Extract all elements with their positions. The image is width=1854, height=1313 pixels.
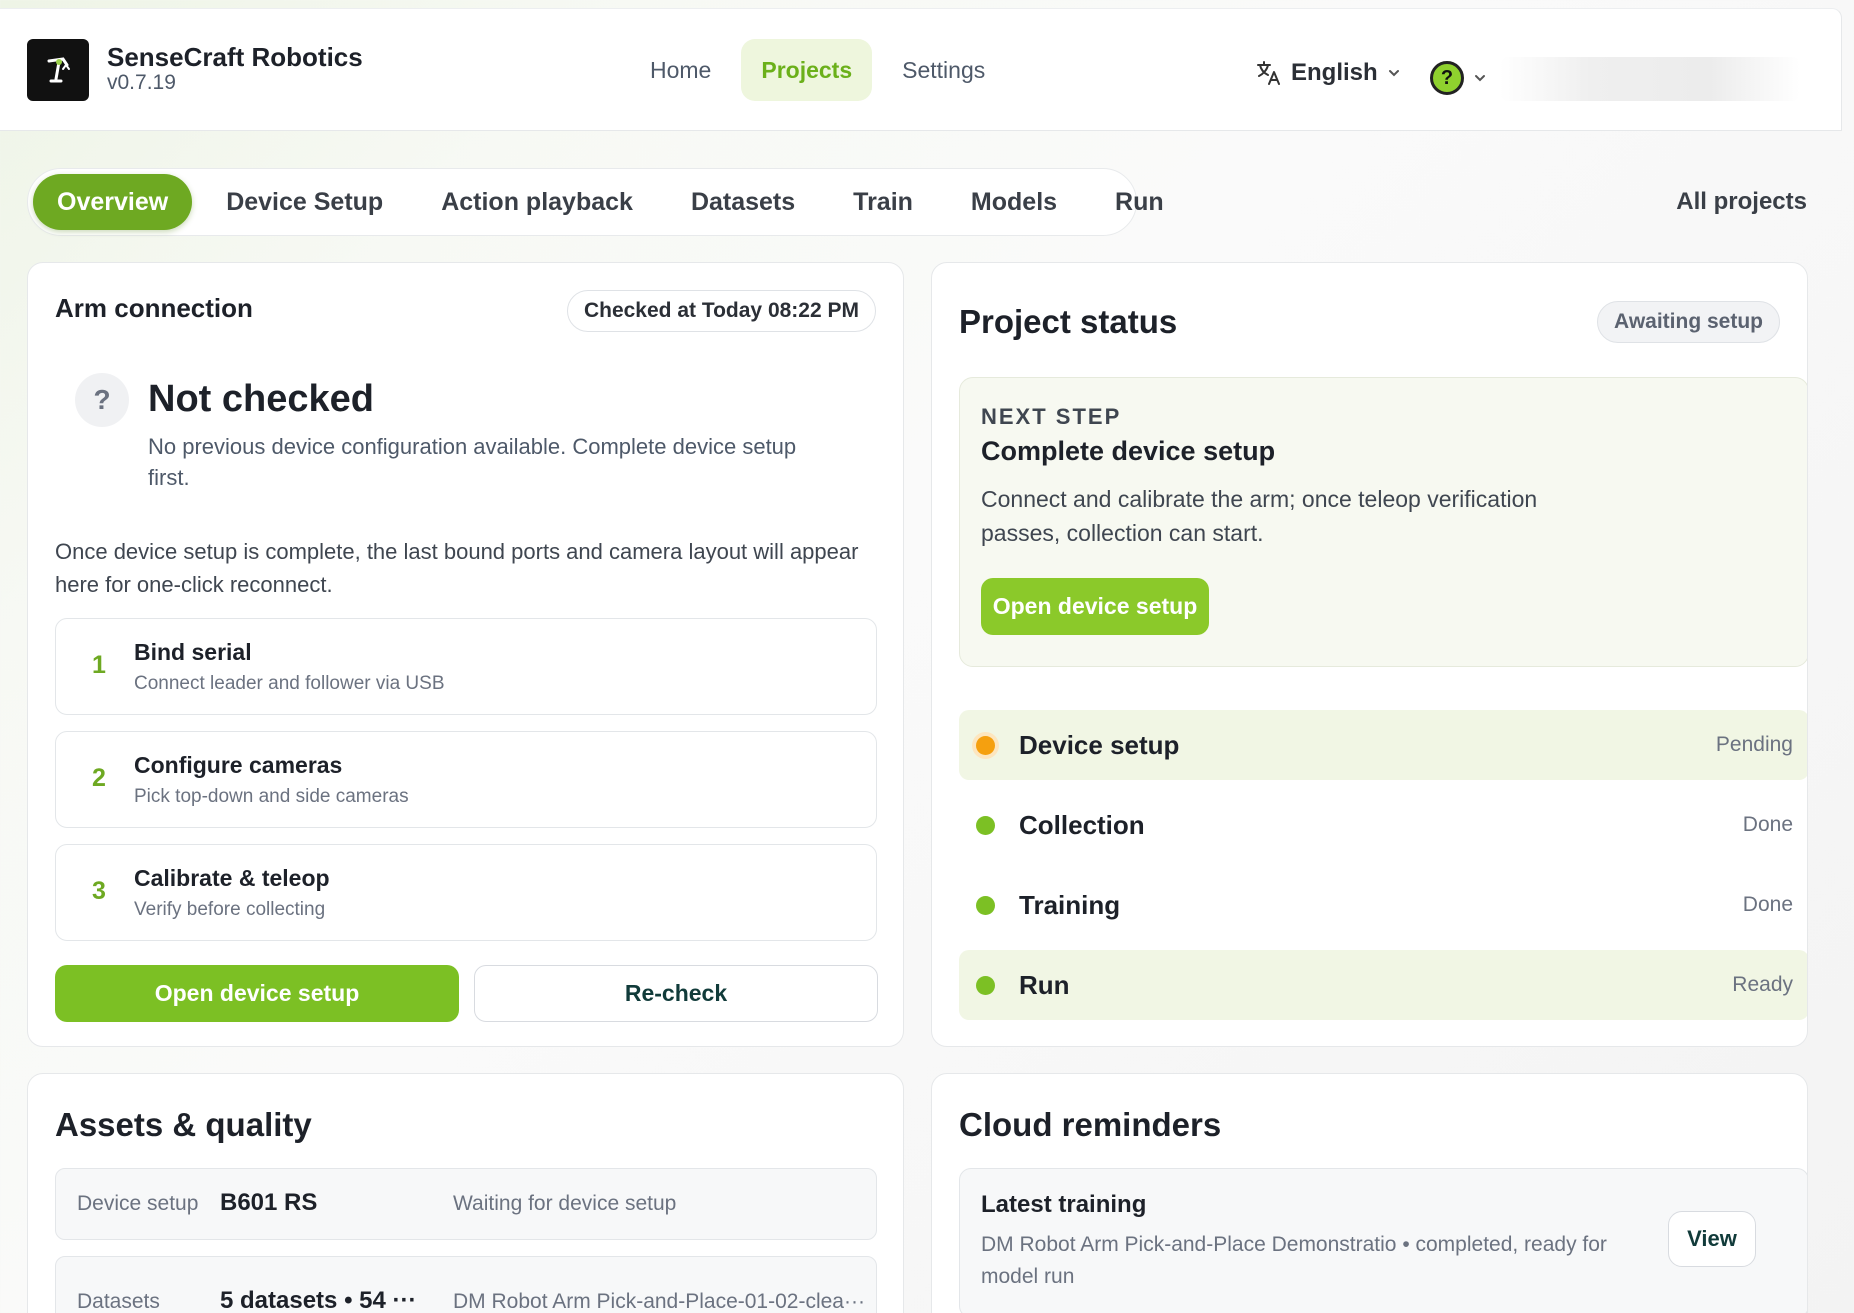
re-check-button[interactable]: Re-check [474,965,878,1022]
stage-name: Training [1019,889,1121,920]
stage-state: Ready [1732,973,1793,996]
stage-run: Run Ready [959,950,1807,1020]
stage-name: Collection [1019,809,1145,840]
step-number: 1 [92,651,106,679]
project-status-badge: Awaiting setup [1597,301,1780,343]
done-status-dot [976,815,995,835]
arm-status: Not checked [148,378,374,420]
nav-projects[interactable]: Projects [741,39,873,101]
chevron-down-icon [1475,75,1485,82]
asset-value: B601 RS [220,1189,318,1216]
asset-label: Datasets [77,1290,160,1313]
step-number: 3 [92,877,106,905]
top-bar: SenseCraft Robotics v0.7.19 Home Project… [0,8,1842,131]
stage-name: Run [1019,969,1070,1000]
pending-status-dot [976,735,995,755]
stage-training: Training Done [959,870,1807,940]
asset-row-device-setup: Device setup B601 RS Waiting for device … [55,1168,877,1240]
stage-name: Device setup [1019,729,1180,760]
all-projects-link[interactable]: All projects [1676,188,1807,216]
assets-quality-title: Assets & quality [55,1106,312,1143]
language-selector[interactable]: English [1255,59,1402,87]
arm-connection-card: Arm connection Checked at Today 08:22 PM… [27,262,904,1047]
step-subtitle: Verify before collecting [134,899,326,920]
step-title: Bind serial [134,639,252,665]
reminder-title: Latest training [981,1191,1147,1218]
asset-note: DM Robot Arm Pick-and-Place-01-02-clea··… [453,1290,865,1313]
project-status-card: Project status Awaiting setup NEXT STEP … [931,262,1808,1047]
tab-action-playback[interactable]: Action playback [417,174,657,230]
asset-row-datasets[interactable]: Datasets 5 datasets • 54 ··· DM Robot Ar… [55,1256,877,1313]
project-tabs: Overview Device Setup Action playback Da… [27,168,1164,236]
stage-state: Pending [1715,733,1793,756]
tab-run[interactable]: Run [1091,174,1188,230]
tab-train[interactable]: Train [829,174,937,230]
assets-quality-card: Assets & quality Device setup B601 RS Wa… [27,1073,904,1313]
next-step-kicker: NEXT STEP [981,404,1122,429]
app-name: SenseCraft Robotics [107,42,363,72]
open-device-setup-button[interactable]: Open device setup [55,965,459,1022]
tab-device-setup[interactable]: Device Setup [202,174,407,230]
nav-home[interactable]: Home [630,39,731,101]
user-account-blurred[interactable] [1500,57,1800,101]
help-menu[interactable]: ? [1430,61,1488,95]
done-status-dot [976,895,995,915]
chevron-down-icon [1388,70,1399,77]
robot-arm-logo[interactable] [27,39,89,101]
arm-status-desc: No previous device configuration availab… [148,434,797,490]
next-step-panel: NEXT STEP Complete device setup Connect … [959,377,1807,667]
next-step-desc: Connect and calibrate the arm; once tele… [981,486,1538,546]
robot-arm-icon [47,57,70,83]
step-configure-cameras[interactable]: 2 Configure cameras Pick top-down and si… [55,731,877,828]
next-open-device-setup-button[interactable]: Open device setup [981,578,1209,635]
arm-info-text: Once device setup is complete, the last … [55,539,859,597]
cloud-reminders-card: Cloud reminders Latest training DM Robot… [931,1073,1808,1313]
cloud-reminders-title: Cloud reminders [959,1106,1222,1143]
stage-collection: Collection Done [959,790,1807,860]
reminder-desc: DM Robot Arm Pick-and-Place Demonstratio… [981,1233,1607,1288]
asset-value: 5 datasets • 54 ··· [220,1287,417,1313]
step-bind-serial[interactable]: 1 Bind serial Connect leader and followe… [55,618,877,715]
nav-settings[interactable]: Settings [882,39,1005,101]
project-status-title: Project status [959,303,1178,340]
translate-icon [1257,61,1280,85]
stage-state: Done [1742,813,1793,836]
stage-device-setup: Device setup Pending [959,710,1807,780]
tab-datasets[interactable]: Datasets [667,174,819,230]
step-number: 2 [92,764,106,792]
question-icon: ? [75,373,129,427]
view-training-button[interactable]: View [1668,1211,1756,1267]
arm-connection-title: Arm connection [55,293,253,323]
step-subtitle: Pick top-down and side cameras [134,786,409,807]
next-step-title: Complete device setup [981,436,1276,466]
asset-note: Waiting for device setup [453,1192,677,1215]
ready-status-dot [976,975,995,995]
stage-state: Done [1742,893,1793,916]
step-title: Configure cameras [134,752,343,778]
main-nav: Home Projects Settings [630,39,1005,101]
tab-models[interactable]: Models [947,174,1081,230]
latest-training-item: Latest training DM Robot Arm Pick-and-Pl… [959,1168,1807,1313]
tab-overview[interactable]: Overview [33,174,193,230]
checked-at-badge: Checked at Today 08:22 PM [566,290,876,332]
help-icon: ? [1430,61,1464,95]
asset-label: Device setup [77,1192,199,1215]
step-subtitle: Connect leader and follower via USB [134,673,445,694]
step-title: Calibrate & teleop [134,865,330,891]
language-label: English [1291,59,1378,86]
step-calibrate-teleop[interactable]: 3 Calibrate & teleop Verify before colle… [55,844,877,941]
app-version: v0.7.19 [107,71,176,94]
